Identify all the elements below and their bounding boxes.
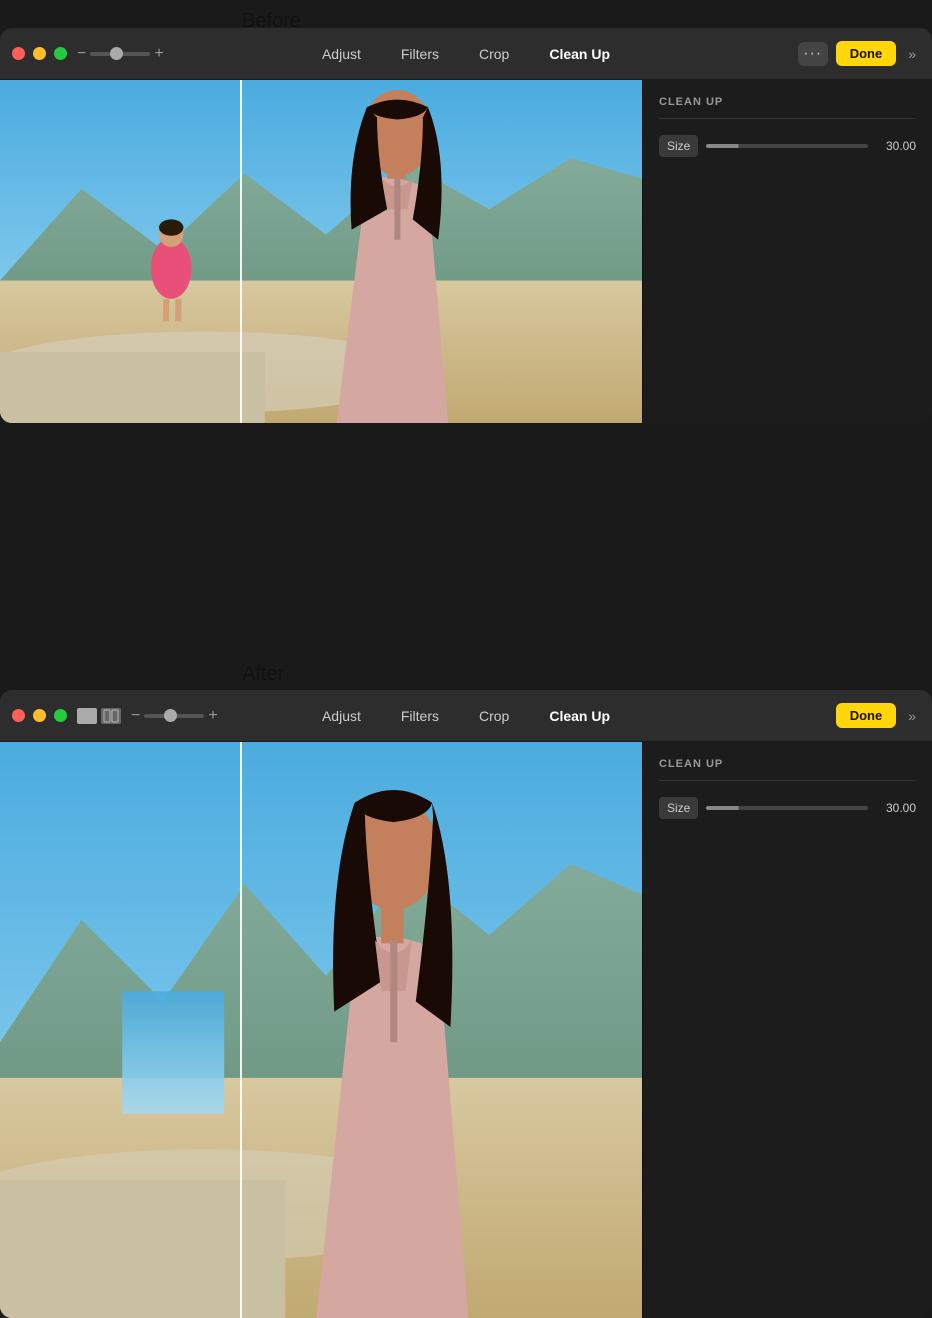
compare-line-after xyxy=(240,742,242,1318)
tab-filters-after[interactable]: Filters xyxy=(381,702,459,730)
minimize-button[interactable] xyxy=(33,47,46,60)
zoom-minus-before[interactable]: − xyxy=(77,45,86,63)
more-button-before[interactable]: ··· xyxy=(798,42,828,66)
zoom-slider-before[interactable] xyxy=(90,52,150,56)
traffic-lights-after xyxy=(12,709,67,722)
view-toggle-after xyxy=(77,708,121,724)
panel-divider-after xyxy=(659,780,916,781)
tab-cleanup-after[interactable]: Clean Up xyxy=(529,702,630,730)
tab-cleanup-before[interactable]: Clean Up xyxy=(529,40,630,68)
toolbar-after: − + Adjust Filters Crop Clean Up Done » xyxy=(0,690,932,742)
view-btn-split[interactable] xyxy=(101,708,121,724)
window-before: − + Adjust Filters Crop Clean Up ··· xyxy=(0,28,932,423)
size-label-after: Size xyxy=(659,797,698,819)
done-button-before[interactable]: Done xyxy=(836,41,897,66)
done-button-after[interactable]: Done xyxy=(836,703,897,728)
panel-divider-before xyxy=(659,118,916,119)
tab-filters-before[interactable]: Filters xyxy=(381,40,459,68)
tab-adjust-before[interactable]: Adjust xyxy=(302,40,381,68)
size-row-before: Size 30.00 xyxy=(659,135,916,157)
size-label-before: Size xyxy=(659,135,698,157)
panel-title-after: CLEAN UP xyxy=(659,758,916,770)
expand-button-after[interactable]: » xyxy=(904,704,920,728)
tab-adjust-after[interactable]: Adjust xyxy=(302,702,381,730)
maximize-button-after[interactable] xyxy=(54,709,67,722)
photo-area-after xyxy=(0,742,642,1318)
toolbar-before: − + Adjust Filters Crop Clean Up ··· xyxy=(0,28,932,80)
right-panel-after: CLEAN UP Size 30.00 xyxy=(642,742,932,1318)
close-button[interactable] xyxy=(12,47,25,60)
maximize-button[interactable] xyxy=(54,47,67,60)
photo-scene-before xyxy=(0,80,642,423)
before-label: Before xyxy=(242,10,301,33)
view-btn-single[interactable] xyxy=(77,708,97,724)
size-value-before: 30.00 xyxy=(876,139,916,153)
zoom-plus-before[interactable]: + xyxy=(154,45,163,63)
window-after: − + Adjust Filters Crop Clean Up Done » xyxy=(0,690,932,1318)
compare-line-before xyxy=(240,80,242,423)
toolbar-right-before: ··· Done » xyxy=(798,41,920,66)
panel-title-before: CLEAN UP xyxy=(659,96,916,108)
traffic-lights-before xyxy=(12,47,67,60)
right-panel-before: CLEAN UP Size 30.00 xyxy=(642,80,932,423)
photo-area-before xyxy=(0,80,642,423)
toolbar-tabs-before: Adjust Filters Crop Clean Up xyxy=(302,40,630,68)
tab-crop-after[interactable]: Crop xyxy=(459,702,529,730)
zoom-control-before: − + xyxy=(77,45,164,63)
expand-button-before[interactable]: » xyxy=(904,42,920,66)
minimize-button-after[interactable] xyxy=(33,709,46,722)
zoom-plus-after[interactable]: + xyxy=(208,707,217,725)
toolbar-tabs-after: Adjust Filters Crop Clean Up xyxy=(302,702,630,730)
close-button-after[interactable] xyxy=(12,709,25,722)
zoom-control-after: − + xyxy=(131,707,218,725)
toolbar-right-after: Done » xyxy=(836,703,920,728)
size-slider-before[interactable] xyxy=(706,144,868,148)
size-value-after: 30.00 xyxy=(876,801,916,815)
size-row-after: Size 30.00 xyxy=(659,797,916,819)
zoom-slider-after[interactable] xyxy=(144,714,204,718)
size-slider-after[interactable] xyxy=(706,806,868,810)
after-label: After xyxy=(242,663,284,686)
tab-crop-before[interactable]: Crop xyxy=(459,40,529,68)
content-area-after: CLEAN UP Size 30.00 xyxy=(0,742,932,1318)
content-area-before: CLEAN UP Size 30.00 xyxy=(0,80,932,423)
zoom-minus-after[interactable]: − xyxy=(131,707,140,725)
photo-scene-after xyxy=(0,742,642,1318)
